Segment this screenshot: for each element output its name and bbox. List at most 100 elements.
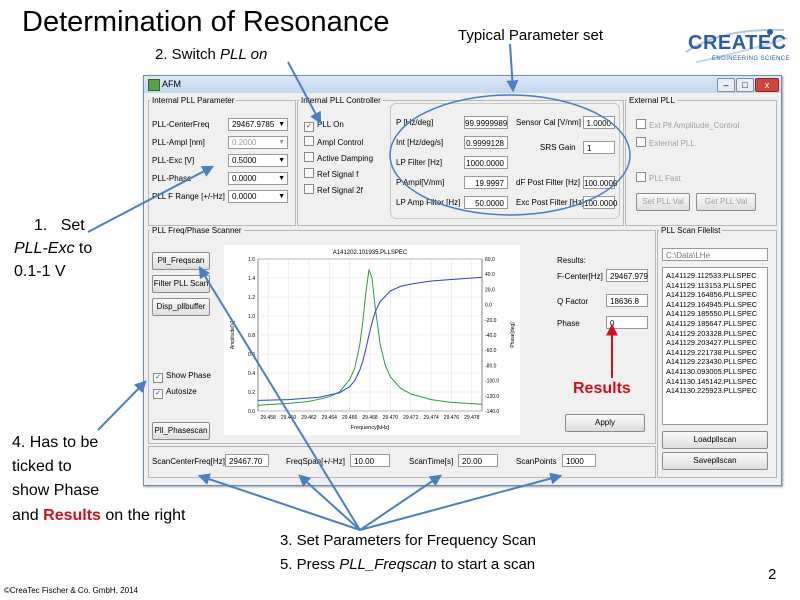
pll-controller-field[interactable]: 0.9999128 xyxy=(464,136,508,149)
close-button[interactable]: x xyxy=(755,78,779,92)
pll-controller-field[interactable]: 50.0000 xyxy=(464,196,508,209)
pll-param-dropdown[interactable]: 29467.9785 ▼ xyxy=(228,118,288,131)
pll-freqscan-button[interactable]: Pll_Freqscan xyxy=(152,252,210,270)
autosize-checkbox[interactable]: ✓ Autosize xyxy=(153,387,197,399)
scan-param-field[interactable]: 29467.70 xyxy=(225,454,269,467)
checkbox-icon xyxy=(304,152,314,162)
step1-caption-line3: 0.1-1 V xyxy=(14,263,66,280)
pll-param-label: PLL-Ampl [nm] xyxy=(152,138,205,147)
q-factor-field[interactable]: 18636.8 xyxy=(606,294,648,307)
phase-result-field[interactable]: 0 xyxy=(606,316,648,329)
pll-controller-srs-gain-field[interactable]: 1 xyxy=(583,141,615,154)
x-tick-label: 29.460 xyxy=(281,415,297,421)
file-list-item[interactable]: A141129.203328.PLLSPEC xyxy=(666,329,764,339)
internal-pll-controller-title: Internal PLL Controller xyxy=(299,96,383,105)
x-tick-label: 29.462 xyxy=(301,415,317,421)
y2-tick-label: -120.0 xyxy=(485,394,499,400)
disp-pllbuffer-button[interactable]: Disp_pllbuffer xyxy=(152,298,210,316)
pll-param-dropdown[interactable]: 0.2000 ▼ xyxy=(228,136,288,149)
pll-controller-field-label: LP Filter [Hz] xyxy=(396,158,443,167)
pll-controller-checkbox-label: Ampl Control xyxy=(317,138,364,147)
scan-param-field[interactable]: 10.00 xyxy=(350,454,390,467)
file-list-item[interactable]: A141129.112533.PLLSPEC xyxy=(666,271,764,281)
y2-tick-label: -40.0 xyxy=(485,333,497,339)
y-tick-label: 0.0 xyxy=(248,409,255,415)
file-list-item[interactable]: A141129.164945.PLLSPEC xyxy=(666,300,764,310)
filter-pll-scan-button[interactable]: Filter PLL Scan xyxy=(152,275,210,293)
pll-controller-checkbox[interactable]: ✓ PLL On xyxy=(304,120,344,132)
save-pll-scan-button[interactable]: Savepllscan xyxy=(662,452,768,470)
minimize-button[interactable]: – xyxy=(717,78,735,92)
scan-param-field[interactable]: 20.00 xyxy=(458,454,498,467)
show-phase-checkbox[interactable]: ✓ Show Phase xyxy=(153,371,211,383)
y2-tick-label: -140.0 xyxy=(485,409,499,415)
ext-pll-amplitude-checkbox[interactable]: Ext Pll Amplitude_Control xyxy=(636,119,739,130)
pll-controller-exc-post-label: Exc Post Filter [Hz] xyxy=(516,198,585,207)
x-tick-label: 29.474 xyxy=(423,415,439,421)
pll-scan-file-list[interactable]: A141129.112533.PLLSPEC A141129.113153.PLL… xyxy=(662,267,768,425)
load-pll-scan-button[interactable]: Loadpllscan xyxy=(662,431,768,449)
step1-caption-line1: 1. Set xyxy=(34,217,85,234)
pll-controller-checkbox[interactable]: Ref Signal 2f xyxy=(304,184,363,195)
maximize-button[interactable]: □ xyxy=(736,78,754,92)
set-pll-val-button[interactable]: Set PLL Val xyxy=(636,193,690,211)
file-list-item[interactable]: A141129.203427.PLLSPEC xyxy=(666,338,764,348)
filelist-path-field[interactable]: C:\Data\LHe xyxy=(662,248,768,261)
pll-controller-checkbox[interactable]: Ampl Control xyxy=(304,136,363,147)
pll-controller-checkbox[interactable]: Ref Signal f xyxy=(304,168,358,179)
file-list-item[interactable]: A141129.221738.PLLSPEC xyxy=(666,348,764,358)
file-list-item[interactable]: A141129.223430.PLLSPEC xyxy=(666,357,764,367)
chevron-down-icon: ▼ xyxy=(278,157,285,164)
file-list-item[interactable]: A141129.185647.PLLSPEC xyxy=(666,319,764,329)
file-list-item[interactable]: A141129.185550.PLLSPEC xyxy=(666,309,764,319)
pll-controller-checkbox[interactable]: Active Damping xyxy=(304,152,373,163)
file-list-item[interactable]: A141129.164856.PLLSPEC xyxy=(666,290,764,300)
pll-param-label: PLL-Phase xyxy=(152,174,192,183)
scan-param-label: ScanPoints xyxy=(516,457,557,466)
pll-controller-checkbox-label: Ref Signal f xyxy=(317,170,359,179)
pll-phasescan-button[interactable]: Pll_Phasescan xyxy=(152,422,210,440)
checkbox-icon xyxy=(304,136,314,146)
pll-controller-field[interactable]: 19.9997 xyxy=(464,176,508,189)
pll-param-value: 0.0000 xyxy=(232,174,257,183)
step3-caption: 3. Set Parameters for Frequency Scan xyxy=(280,532,536,549)
checkmark-icon: ✓ xyxy=(304,122,314,132)
f-center-field[interactable]: 29467.979 xyxy=(606,269,648,282)
pll-param-dropdown[interactable]: 0.5000 ▼ xyxy=(228,154,288,167)
pll-param-dropdown[interactable]: 0.0000 ▼ xyxy=(228,190,288,203)
y-tick-label: 1.4 xyxy=(248,276,255,282)
pll-param-dropdown[interactable]: 0.0000 ▼ xyxy=(228,172,288,185)
pll-param-value: 0.5000 xyxy=(232,156,257,165)
step2-caption: 2. Switch PLL on xyxy=(155,46,268,63)
scan-param-field[interactable]: 1000 xyxy=(562,454,596,467)
x-tick-label: 29.476 xyxy=(444,415,460,421)
x-axis-label: Frequency[kHz] xyxy=(351,425,390,431)
logo-tagline: ENGINEERING SCIENCE xyxy=(712,56,790,62)
file-list-item[interactable]: A141130.145142.PLLSPEC xyxy=(666,377,764,387)
pll-controller-field-label: P [Hz/deg] xyxy=(396,118,434,127)
external-pll-title: External PLL xyxy=(627,96,677,105)
x-tick-label: 29.458 xyxy=(261,415,277,421)
pll-controller-field[interactable]: 1000.0000 xyxy=(464,156,508,169)
external-pll-checkbox[interactable]: External PLL xyxy=(636,137,695,148)
app-icon xyxy=(148,79,160,91)
y2-tick-label: -100.0 xyxy=(485,379,499,385)
x-tick-label: 29.468 xyxy=(362,415,378,421)
chevron-down-icon: ▼ xyxy=(278,121,285,128)
pll-controller-exc-post-field[interactable]: 100.0000 xyxy=(583,196,617,209)
pll-fast-checkbox[interactable]: PLL Fast xyxy=(636,172,681,183)
pll-controller-field-label: P Ampl[V/nm] xyxy=(396,178,445,187)
file-list-item[interactable]: A141129.113153.PLLSPEC xyxy=(666,281,764,291)
pll-controller-df-post-field[interactable]: 100.0000 xyxy=(583,176,617,189)
copyright: ©CreaTec Fischer & Co. GmbH, 2014 xyxy=(4,586,138,595)
file-list-item[interactable]: A141130.093005.PLLSPEC xyxy=(666,367,764,377)
pll-controller-sensor-cal-field[interactable]: 1.0000 xyxy=(583,116,615,129)
pll-controller-field-label: Int [Hz/deg/s] xyxy=(396,138,444,147)
get-pll-val-button[interactable]: Get PLL Val xyxy=(696,193,756,211)
pll-controller-field[interactable]: 99.9999989 xyxy=(464,116,508,129)
afm-window: AFM – □ x Internal PLL Parameter PLL-Cen… xyxy=(143,75,782,486)
y-tick-label: 0.8 xyxy=(248,333,255,339)
chevron-down-icon: ▼ xyxy=(278,175,285,182)
file-list-item[interactable]: A141130.225923.PLLSPEC xyxy=(666,386,764,396)
apply-button[interactable]: Apply xyxy=(565,414,645,432)
